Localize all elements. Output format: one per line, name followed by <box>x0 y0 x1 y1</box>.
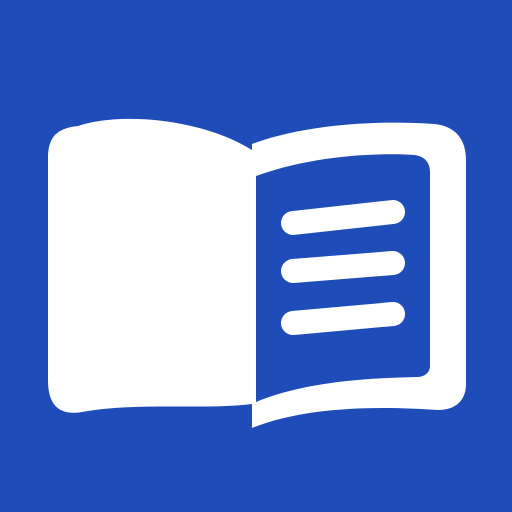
app-icon[interactable] <box>0 0 512 512</box>
left-book-page <box>48 118 252 413</box>
page-text-line-2 <box>281 251 405 283</box>
page-text-line-1 <box>281 200 405 235</box>
page-text-line-3 <box>281 302 405 335</box>
open-book-icon <box>0 0 512 512</box>
